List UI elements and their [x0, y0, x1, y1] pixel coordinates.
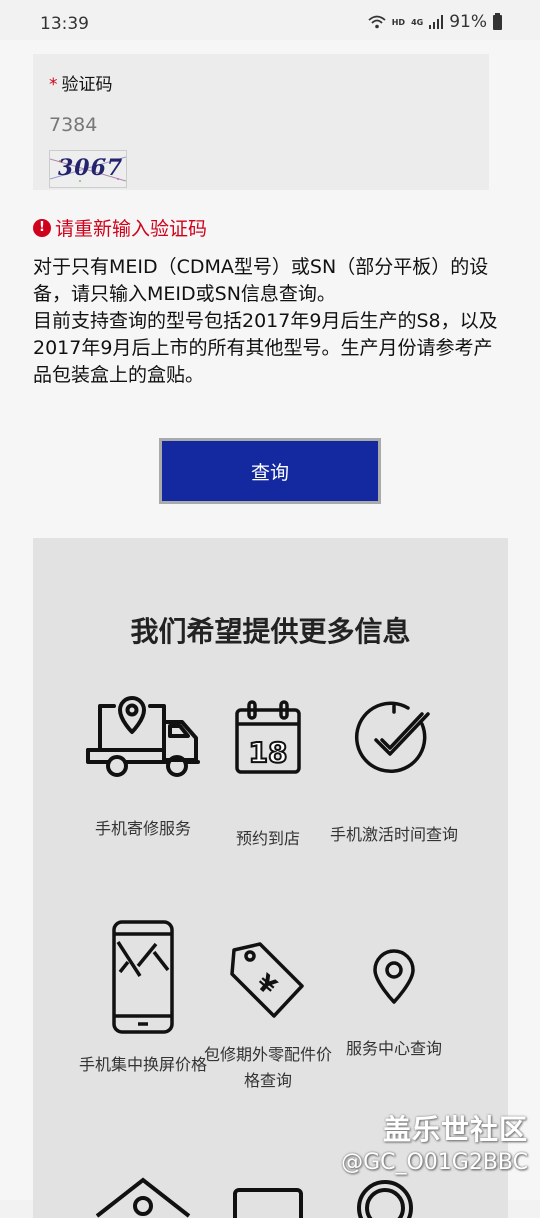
service-center-locator[interactable]: 服务中心查询	[329, 948, 459, 1062]
wifi-icon	[368, 15, 386, 29]
required-mark: *	[49, 75, 58, 95]
price-tag-yen-icon: ¥	[230, 942, 304, 1018]
service-parts-price[interactable]: ¥ 包修期外零配件价格查询	[203, 938, 333, 1094]
service-label: 手机集中换屏价格	[78, 1055, 207, 1074]
service-mail-repair[interactable]: 手机寄修服务	[78, 686, 208, 842]
watermark-title: 盖乐世社区	[382, 1113, 528, 1146]
captcha-label: * 验证码	[49, 70, 113, 95]
laptop-repair-icon	[233, 1188, 303, 1218]
cracked-phone-icon	[112, 920, 174, 1034]
service-screen-replacement[interactable]: 手机集中换屏价格	[78, 918, 208, 1078]
status-icons: HD 4G 91%	[368, 12, 502, 32]
location-pin-icon	[373, 949, 415, 1004]
status-bar: 13:39 HD 4G 91%	[0, 0, 540, 40]
service-label: 服务中心查询	[345, 1039, 442, 1058]
truck-location-icon	[86, 696, 200, 777]
service-label: 手机寄修服务	[94, 819, 191, 838]
hd-indicator: HD	[391, 17, 406, 27]
service-label: 手机激活时间查询	[329, 825, 458, 844]
battery-percent: 91%	[449, 12, 487, 32]
captcha-input[interactable]	[49, 114, 349, 136]
calendar-day: 18	[249, 736, 288, 769]
home-service-icon	[95, 1177, 191, 1218]
more-info-title: 我们希望提供更多信息	[130, 615, 411, 648]
watermark-handle: @GC_O01G2BBC	[341, 1150, 528, 1175]
calendar-18-icon: 18	[235, 700, 301, 774]
captcha-image-text: 3067	[58, 155, 124, 181]
network-type: 4G	[411, 17, 424, 27]
service-appointment[interactable]: 18 预约到店	[203, 698, 333, 852]
notice-line-1: 对于只有MEID（CDMA型号）或SN（部分平板）的设备，请只输入MEID或SN…	[33, 256, 489, 305]
query-button[interactable]: 查询	[159, 438, 381, 504]
captcha-label-text: 验证码	[61, 75, 113, 95]
service-label: 包修期外零配件价格查询	[203, 1045, 332, 1090]
query-notice: 对于只有MEID（CDMA型号）或SN（部分平板）的设备，请只输入MEID或SN…	[33, 254, 503, 389]
signal-icon	[429, 15, 444, 29]
service-label: 预约到店	[235, 829, 300, 848]
captcha-error-text: 请重新输入验证码	[55, 218, 208, 240]
captcha-image[interactable]: 3067	[49, 150, 127, 188]
battery-icon	[493, 12, 502, 30]
service-activation-time[interactable]: 手机激活时间查询	[329, 698, 459, 848]
status-time: 13:39	[40, 14, 89, 34]
captcha-error: ! 请重新输入验证码	[33, 214, 207, 241]
error-icon: !	[33, 218, 51, 237]
captcha-section: *验证码 3067	[33, 54, 489, 190]
support-icon	[357, 1180, 413, 1218]
page-content: *验证码 3067 ! 请重新输入验证码 对于只有MEID（CDMA型号）或SN…	[0, 40, 540, 1218]
clock-check-icon	[354, 701, 430, 774]
notice-line-2: 目前支持查询的型号包括2017年9月后生产的S8，以及2017年9月后上市的所有…	[33, 310, 498, 386]
